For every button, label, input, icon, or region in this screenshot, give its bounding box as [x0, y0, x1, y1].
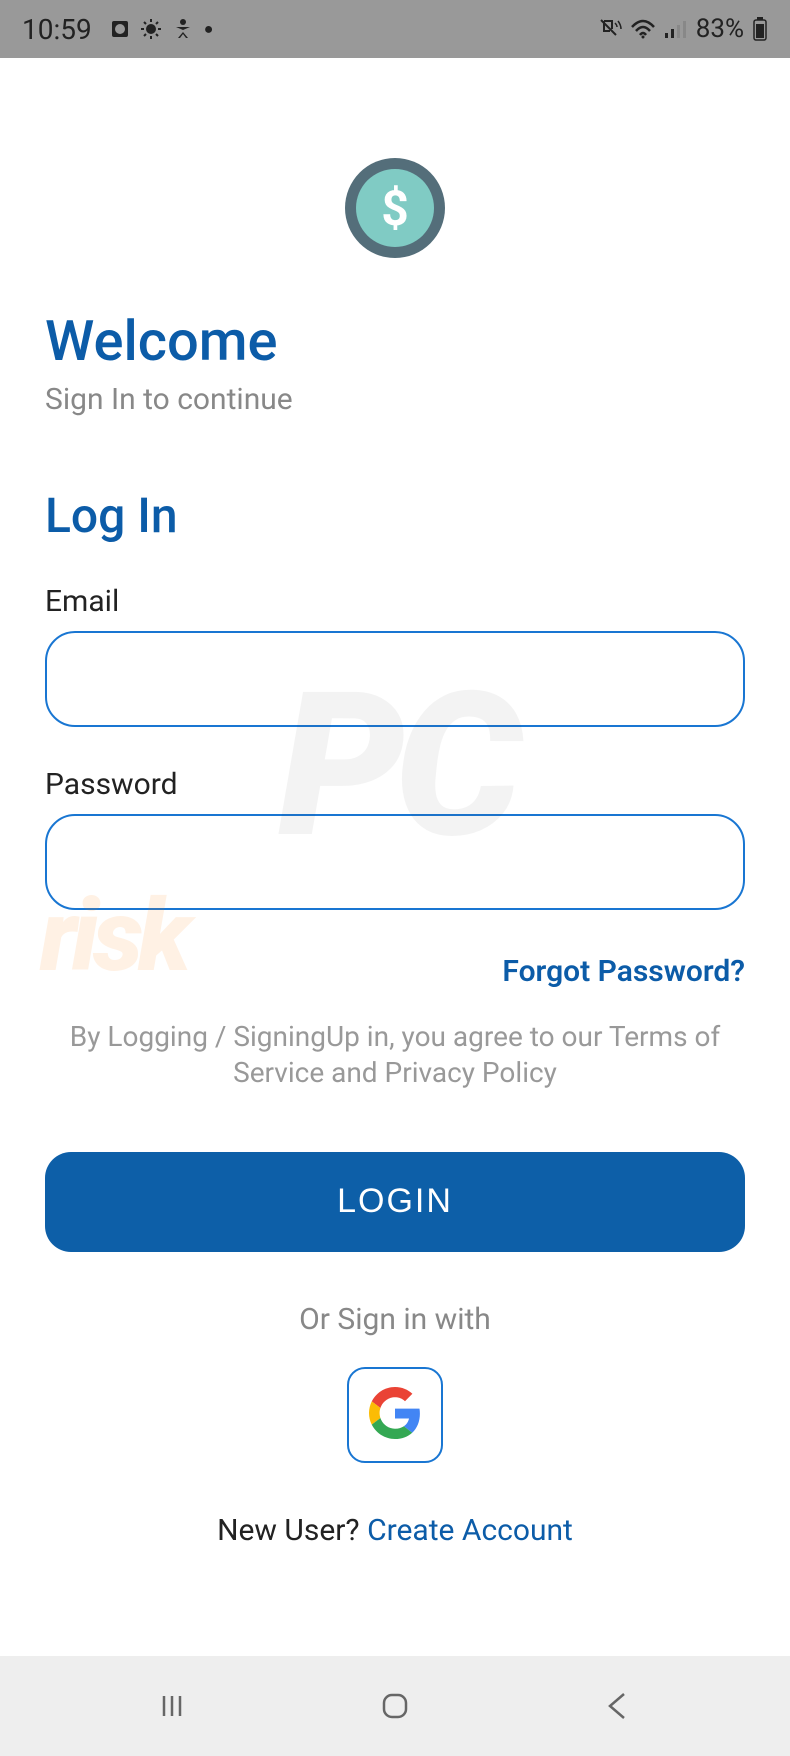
status-right: 83% [598, 14, 768, 44]
status-time: 10:59 [22, 13, 92, 46]
email-label: Email [45, 584, 745, 619]
recent-apps-button[interactable] [154, 1688, 190, 1724]
navigation-bar [0, 1656, 790, 1756]
welcome-title: Welcome [45, 308, 745, 374]
app-logo: $ [345, 158, 445, 258]
google-icon [369, 1387, 421, 1443]
home-button[interactable] [377, 1688, 413, 1724]
status-left: 10:59 ● [22, 13, 213, 46]
password-input[interactable] [45, 814, 745, 910]
new-user-text: New User? [217, 1513, 367, 1548]
battery-icon [752, 17, 768, 41]
signal-icon [664, 19, 688, 39]
password-label: Password [45, 767, 745, 802]
login-button[interactable]: LOGIN [45, 1152, 745, 1252]
dot-icon: ● [204, 19, 214, 39]
google-signin-button[interactable] [347, 1367, 443, 1463]
status-bar: 10:59 ● 83% [0, 0, 790, 58]
sun-icon [140, 18, 162, 40]
accessibility-icon [172, 18, 194, 40]
logo-container: $ [45, 58, 745, 308]
new-user-row: New User? Create Account [45, 1513, 745, 1548]
forgot-password-link[interactable]: Forgot Password? [45, 954, 745, 989]
vibrate-icon [598, 17, 622, 41]
wifi-icon [630, 19, 656, 39]
back-button[interactable] [600, 1688, 636, 1724]
welcome-subtitle: Sign In to continue [45, 382, 745, 417]
create-account-link[interactable]: Create Account [367, 1513, 573, 1548]
main-content: PC risk $ Welcome Sign In to continue Lo… [0, 58, 790, 1656]
dollar-icon: $ [356, 169, 434, 247]
clock-icon [110, 19, 130, 39]
or-sign-in-text: Or Sign in with [45, 1302, 745, 1337]
battery-percent: 83% [696, 14, 744, 44]
login-heading: Log In [45, 487, 745, 544]
email-input[interactable] [45, 631, 745, 727]
terms-text: By Logging / SigningUp in, you agree to … [45, 1019, 745, 1092]
